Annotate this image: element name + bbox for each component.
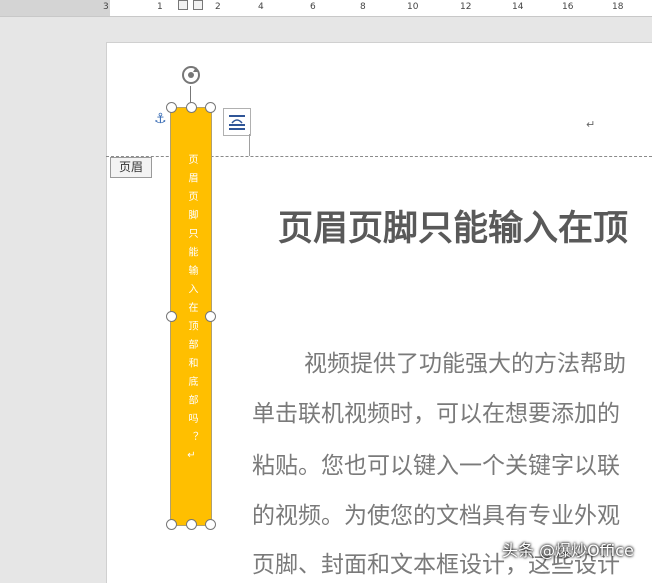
resize-handle-top[interactable] — [186, 102, 197, 113]
resize-handle-top-right[interactable] — [205, 102, 216, 113]
horizontal-ruler[interactable]: 3 1 2 4 6 8 10 12 14 16 18 — [0, 0, 652, 17]
ruler-tick: 8 — [360, 2, 366, 12]
body-paragraph-line[interactable]: 粘贴。您也可以键入一个关键字以联 — [252, 446, 620, 480]
resize-handle-right[interactable] — [205, 311, 216, 322]
layout-options-icon[interactable] — [223, 108, 251, 136]
resize-handle-bottom-right[interactable] — [205, 519, 216, 530]
ruler-margin-area — [0, 0, 110, 16]
rotate-icon[interactable] — [180, 64, 202, 86]
header-tag: 页眉 — [110, 157, 152, 178]
anchor-icon[interactable]: ⚓ — [154, 111, 167, 127]
ruler-tick: 3 — [103, 2, 109, 12]
resize-handle-top-left[interactable] — [166, 102, 177, 113]
ruler-tick: 14 — [512, 2, 524, 12]
ruler-tick: 12 — [460, 2, 472, 12]
ruler-tick: 18 — [612, 2, 624, 12]
ruler-tick: 6 — [310, 2, 316, 12]
paragraph-mark: ↵ — [586, 118, 596, 131]
textbox-text[interactable]: 页眉页脚只能输入在顶部和底部吗？↵ — [171, 154, 211, 470]
layout-connector-line — [249, 134, 250, 156]
ruler-tick: 2 — [215, 2, 221, 12]
document-title[interactable]: 页眉页脚只能输入在顶 — [278, 200, 628, 251]
first-line-indent-marker[interactable] — [178, 0, 188, 10]
resize-handle-left[interactable] — [166, 311, 177, 322]
body-paragraph-line[interactable]: 视频提供了功能强大的方法帮助 — [304, 344, 626, 378]
ruler-tick: 16 — [562, 2, 574, 12]
body-paragraph-line[interactable]: 单击联机视频时，可以在想要添加的 — [252, 394, 620, 428]
ruler-tick: 10 — [407, 2, 419, 12]
watermark-label: 头条 @爆炒Office — [502, 541, 634, 560]
resize-handle-bottom[interactable] — [186, 519, 197, 530]
body-paragraph-line[interactable]: 的视频。为使您的文档具有专业外观 — [252, 496, 620, 530]
ruler-tick: 1 — [157, 2, 163, 12]
resize-handle-bottom-left[interactable] — [166, 519, 177, 530]
right-indent-marker[interactable] — [193, 0, 203, 10]
ruler-tick: 4 — [258, 2, 264, 12]
